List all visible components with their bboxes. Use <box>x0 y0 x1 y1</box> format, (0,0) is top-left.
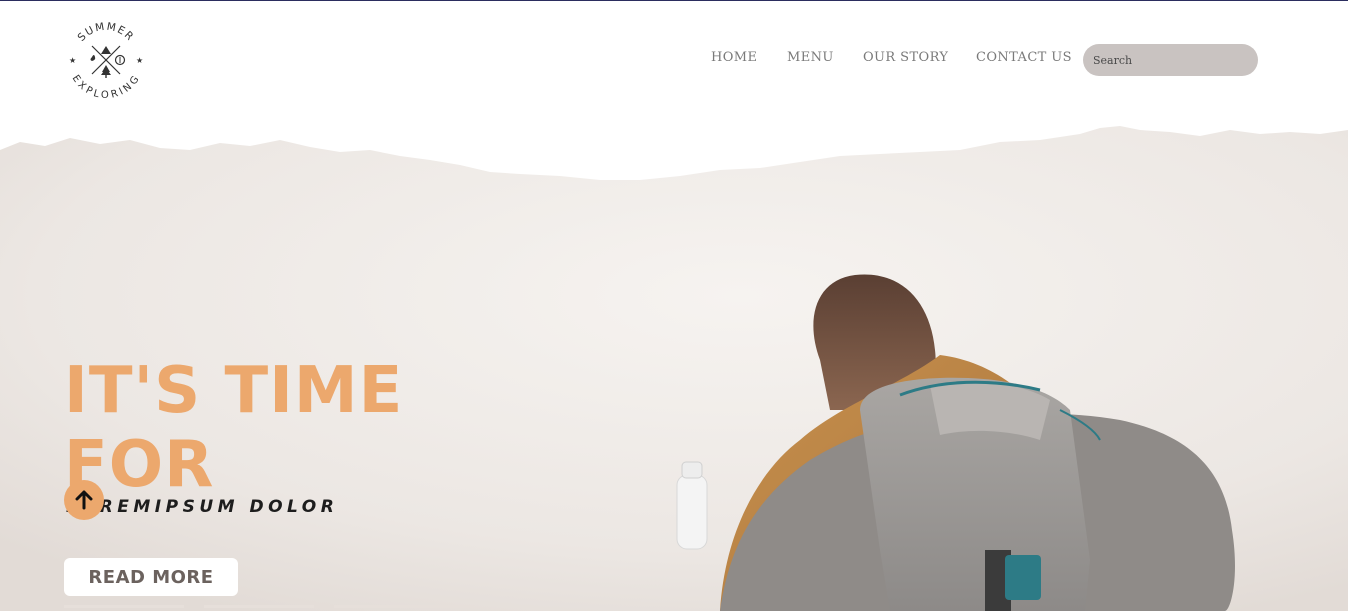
nav-home-link[interactable]: HOME <box>711 50 757 65</box>
nav-menu-link[interactable]: MENU <box>787 50 834 65</box>
logo-top-text: SUMMER <box>75 21 135 44</box>
read-more-button[interactable]: READ MORE <box>64 558 238 596</box>
svg-text:★: ★ <box>69 56 76 65</box>
hero-subtitle: LOREMIPSUM DOLOR <box>66 497 339 517</box>
hero-headline: IT'S TIME FOR <box>64 354 403 502</box>
arrow-up-icon <box>75 490 93 510</box>
top-border-line <box>0 0 1348 1</box>
site-logo[interactable]: SUMMER EXPLORING ★ ★ <box>66 16 146 102</box>
search-input[interactable] <box>1083 44 1258 76</box>
svg-text:★: ★ <box>136 56 143 65</box>
logo-emblem-icon: SUMMER EXPLORING ★ ★ <box>69 21 143 102</box>
faint-caption-decoration <box>64 605 474 608</box>
nav-our-story-link[interactable]: OUR STORY <box>863 50 948 65</box>
svg-text:SUMMER: SUMMER <box>75 21 136 44</box>
scroll-to-top-button[interactable] <box>64 480 104 520</box>
hero-headline-line1: IT'S TIME <box>64 354 404 428</box>
hero-headline-line2: FOR <box>64 428 215 502</box>
nav-contact-us-link[interactable]: CONTACT US <box>976 50 1072 65</box>
